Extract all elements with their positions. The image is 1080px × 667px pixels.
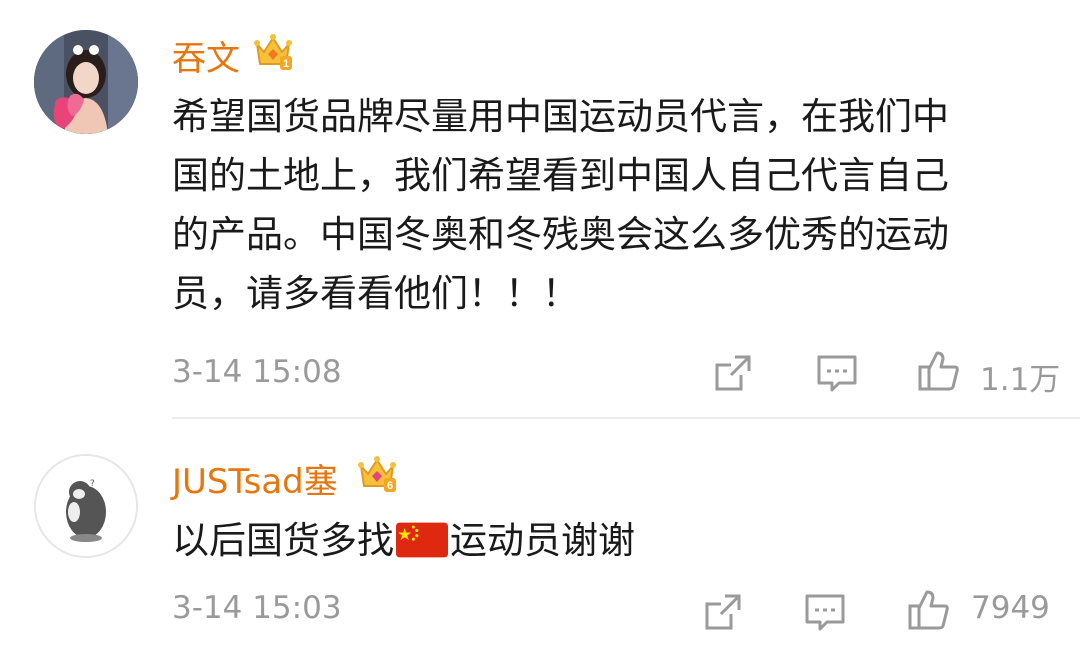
divider: [172, 417, 1080, 419]
like-count: 1.1万: [980, 362, 1061, 398]
like-count: 7949: [971, 590, 1050, 626]
comment-text: 以后国货多找 运动员谢谢: [172, 511, 635, 570]
vip-crown-badge-icon: 1: [254, 34, 292, 70]
share-icon[interactable]: [701, 590, 745, 634]
comment-text-after: 运动员谢谢: [450, 519, 635, 562]
username[interactable]: JUSTsad塞: [172, 454, 338, 503]
comment-item: ? JUSTsad塞 6 以后国货多找 运动员谢谢 3-14 15:03 794…: [0, 420, 1080, 667]
avatar[interactable]: ?: [34, 454, 138, 558]
thumbs-up-icon[interactable]: [907, 588, 951, 632]
svg-text:?: ?: [90, 479, 95, 489]
thumbs-up-icon[interactable]: [917, 349, 961, 393]
comment-icon[interactable]: [803, 590, 847, 634]
comment-item: 吞文 1 希望国货品牌尽量用中国运动员代言，在我们中 国的土地上，我们希望看到中…: [0, 0, 1080, 419]
svg-text:1: 1: [283, 58, 289, 70]
share-icon[interactable]: [711, 351, 755, 395]
comment-text: 希望国货品牌尽量用中国运动员代言，在我们中 国的土地上，我们希望看到中国人自己代…: [172, 87, 949, 323]
comment-text-line: 国的土地上，我们希望看到中国人自己代言自己: [172, 154, 949, 197]
comment-text-line: 的产品。中国冬奥和冬残奥会这么多优秀的运动: [172, 213, 949, 256]
timestamp: 3-14 15:08: [172, 354, 342, 390]
username[interactable]: 吞文: [172, 31, 240, 80]
comment-text-line: 员，请多看看他们！！！: [172, 272, 579, 315]
china-flag-icon: [396, 522, 448, 557]
svg-text:6: 6: [387, 480, 393, 492]
timestamp: 3-14 15:03: [172, 590, 342, 626]
comment-text-line: 希望国货品牌尽量用中国运动员代言，在我们中: [172, 95, 949, 138]
comment-text-before: 以后国货多找: [172, 519, 394, 562]
avatar[interactable]: [34, 30, 138, 134]
vip-crown-badge-icon: 6: [358, 456, 396, 492]
comment-icon[interactable]: [815, 351, 859, 395]
